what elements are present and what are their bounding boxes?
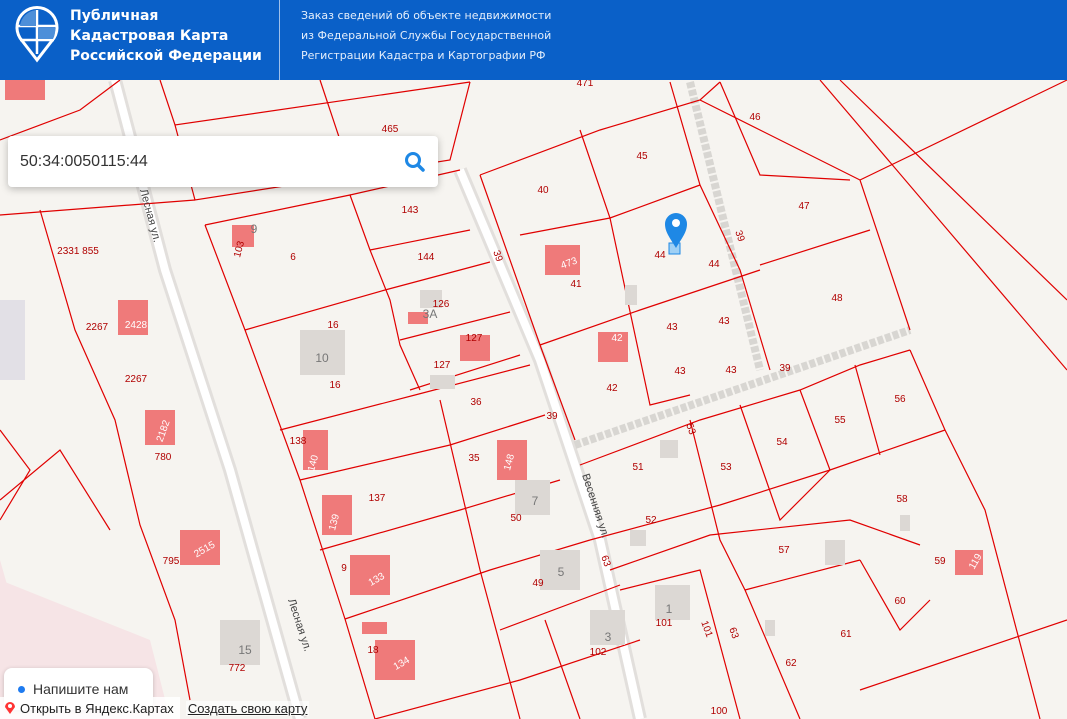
header-subtitle[interactable]: Заказ сведений об объекте недвижимости и… bbox=[301, 6, 551, 66]
map-label: 144 bbox=[418, 252, 435, 263]
map-label: 43 bbox=[674, 366, 686, 377]
map-label: 3А bbox=[423, 307, 438, 321]
map-label: 50 bbox=[510, 513, 522, 524]
map-label: 100 bbox=[711, 706, 728, 717]
subtitle-line: Регистрации Кадастра и Картографии РФ bbox=[301, 49, 546, 62]
map-footer: Открыть в Яндекс.Картах Создать свою кар… bbox=[0, 697, 310, 719]
create-map-link[interactable]: Создать свою карту bbox=[185, 700, 310, 716]
map-label: 43 bbox=[725, 365, 737, 376]
title-line: Кадастровая Карта bbox=[70, 28, 229, 44]
map-marker-icon bbox=[5, 702, 15, 714]
map-label: 10 bbox=[315, 351, 329, 365]
search-icon[interactable] bbox=[404, 151, 426, 173]
map-label: 772 bbox=[229, 663, 246, 674]
map-label: 143 bbox=[402, 205, 419, 216]
map-label: 6 bbox=[290, 252, 296, 263]
map-label: 43 bbox=[666, 322, 678, 333]
map-label: 1 bbox=[666, 602, 673, 616]
map-label: 54 bbox=[776, 437, 788, 448]
map-label: 59 bbox=[934, 556, 946, 567]
open-yandex-label: Открыть в Яндекс.Картах bbox=[20, 700, 174, 716]
map-label: 46 bbox=[749, 112, 761, 123]
title-line: Публичная bbox=[70, 8, 159, 24]
map-label: 44 bbox=[708, 259, 720, 270]
map-label: 55 bbox=[834, 415, 846, 426]
map-label: 44 bbox=[654, 250, 666, 261]
map-label: 18 bbox=[367, 645, 379, 656]
map-label: 9 bbox=[341, 563, 347, 574]
map-label: 40 bbox=[537, 185, 549, 196]
map-label: 127 bbox=[466, 333, 483, 344]
map-label: 137 bbox=[369, 493, 386, 504]
map-label: 60 bbox=[894, 596, 906, 607]
site-title[interactable]: Публичная Кадастровая Карта Российской Ф… bbox=[70, 6, 262, 66]
map-label: 5 bbox=[558, 565, 565, 579]
subtitle-line: из Федеральной Службы Государственной bbox=[301, 29, 552, 42]
map-label: 39 bbox=[546, 411, 558, 422]
title-line: Российской Федерации bbox=[70, 48, 262, 64]
map-label: 39 bbox=[779, 363, 791, 374]
search-box bbox=[8, 136, 438, 187]
map-label: 45 bbox=[636, 151, 648, 162]
map-label: 43 bbox=[718, 316, 730, 327]
map-label: 62 bbox=[785, 658, 797, 669]
map-label: 7 bbox=[532, 494, 539, 508]
map-label: 41 bbox=[570, 279, 582, 290]
map-label: 48 bbox=[831, 293, 843, 304]
map-label: 127 bbox=[434, 360, 451, 371]
map-label: 2267 bbox=[86, 322, 109, 333]
map-label: 42 bbox=[611, 333, 623, 344]
map-label: 138 bbox=[290, 436, 307, 447]
map-label: 795 bbox=[163, 556, 180, 567]
map-label: 780 bbox=[155, 452, 172, 463]
map-label: 2428 bbox=[125, 320, 148, 331]
map-label: 101 bbox=[656, 618, 673, 629]
map-label: 49 bbox=[532, 578, 544, 589]
subtitle-line: Заказ сведений об объекте недвижимости bbox=[301, 9, 552, 22]
map-label: 15 bbox=[238, 643, 252, 657]
map-label: 51 bbox=[632, 462, 644, 473]
map-label: 57 bbox=[778, 545, 790, 556]
cadastral-map[interactable]: 471 465 46 45 40 143 47 6 144 39 39 473 … bbox=[0, 0, 1067, 719]
map-label: 42 bbox=[606, 383, 618, 394]
map-label: 36 bbox=[470, 397, 482, 408]
status-dot-icon bbox=[18, 685, 25, 693]
header-divider bbox=[279, 0, 280, 80]
map-label: 35 bbox=[468, 453, 480, 464]
map-label: 56 bbox=[894, 394, 906, 405]
map-label: 52 bbox=[645, 515, 657, 526]
open-yandex-link[interactable]: Открыть в Яндекс.Картах bbox=[0, 697, 180, 719]
logo-icon[interactable] bbox=[12, 4, 62, 64]
map-label: 61 bbox=[840, 629, 852, 640]
site-header: Публичная Кадастровая Карта Российской Ф… bbox=[0, 0, 1067, 80]
map-label: 2267 bbox=[125, 374, 148, 385]
map-label: 16 bbox=[329, 380, 341, 391]
chat-label: Напишите нам bbox=[33, 681, 129, 697]
map-label: 58 bbox=[896, 494, 908, 505]
map-label: 2331 855 bbox=[57, 246, 99, 257]
map-label: 9 bbox=[251, 222, 258, 236]
map-label: 47 bbox=[798, 201, 810, 212]
map-label: 16 bbox=[327, 320, 339, 331]
map-label: 465 bbox=[382, 124, 399, 135]
map-label: 3 bbox=[605, 630, 612, 644]
map-label: 102 bbox=[590, 647, 607, 658]
map-label: 53 bbox=[720, 462, 732, 473]
search-input[interactable] bbox=[20, 152, 404, 171]
